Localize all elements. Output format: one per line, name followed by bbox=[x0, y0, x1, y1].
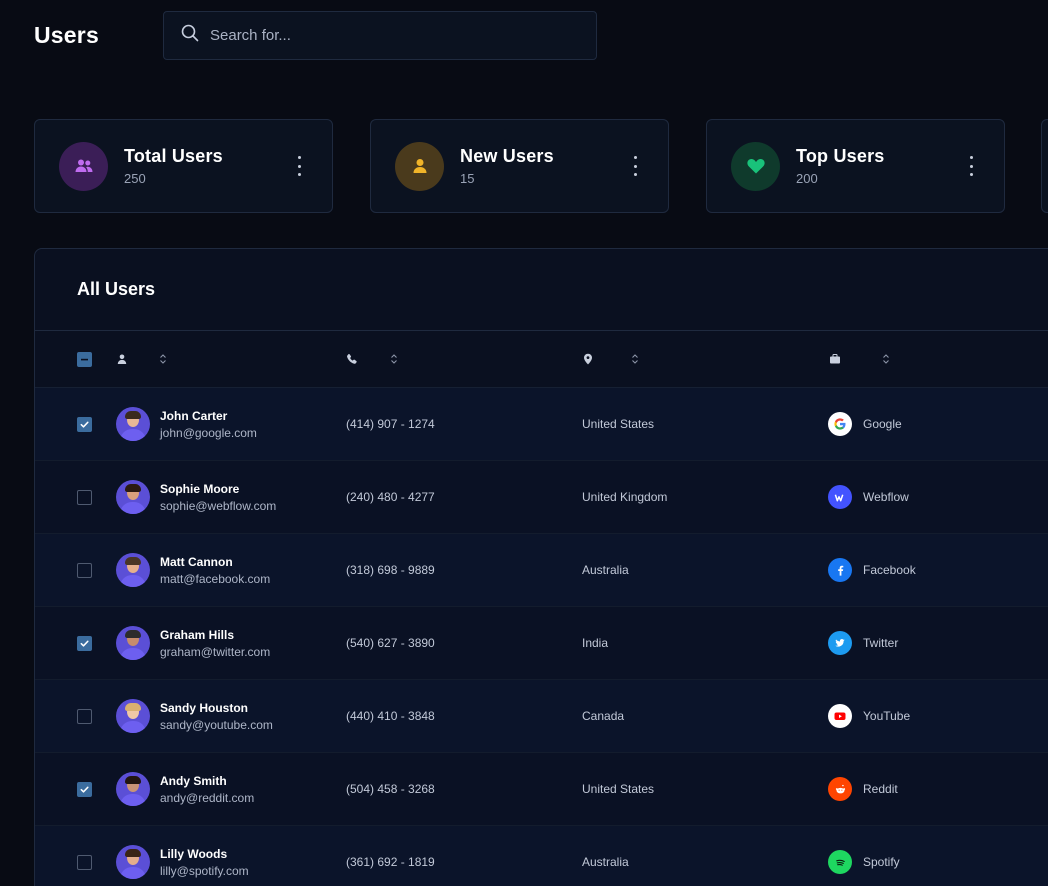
user-country: United Kingdom bbox=[582, 490, 668, 504]
table-row[interactable]: Graham Hills graham@twitter.com (540) 62… bbox=[35, 607, 1048, 680]
table-body: John Carter john@google.com (414) 907 - … bbox=[35, 388, 1048, 886]
webflow-icon bbox=[828, 485, 852, 509]
row-checkbox[interactable] bbox=[77, 781, 92, 797]
stats-cards: Total Users 250 New Users 15 Top Users 2… bbox=[34, 119, 1005, 213]
user-country: India bbox=[582, 636, 609, 650]
avatar bbox=[116, 699, 150, 733]
row-checkbox[interactable] bbox=[77, 635, 92, 651]
avatar bbox=[116, 845, 150, 879]
user-company: Google bbox=[863, 417, 902, 431]
user-email: matt@facebook.com bbox=[160, 571, 271, 586]
user-icon bbox=[116, 331, 128, 387]
more-vertical-icon[interactable] bbox=[968, 156, 974, 176]
user-company: Webflow bbox=[863, 490, 909, 504]
user-phone: (318) 698 - 9889 bbox=[346, 563, 435, 577]
table-row[interactable]: Andy Smith andy@reddit.com (504) 458 - 3… bbox=[35, 753, 1048, 826]
users-table-panel: All Users John Carter john@google.com (4… bbox=[34, 248, 1048, 886]
row-checkbox[interactable] bbox=[77, 416, 92, 432]
row-checkbox[interactable] bbox=[77, 708, 92, 724]
more-vertical-icon[interactable] bbox=[632, 156, 638, 176]
user-phone: (540) 627 - 3890 bbox=[346, 636, 435, 650]
user-phone: (361) 692 - 1819 bbox=[346, 855, 435, 869]
avatar bbox=[116, 480, 150, 514]
user-company: Spotify bbox=[863, 855, 900, 869]
row-checkbox[interactable] bbox=[77, 562, 92, 578]
user-name: Graham Hills bbox=[160, 627, 235, 642]
sort-icon[interactable] bbox=[882, 331, 890, 387]
sort-icon[interactable] bbox=[631, 331, 639, 387]
stat-card-title: Top Users bbox=[796, 146, 885, 166]
table-row[interactable]: Sandy Houston sandy@youtube.com (440) 41… bbox=[35, 680, 1048, 753]
user-country: Australia bbox=[582, 563, 629, 577]
twitter-icon bbox=[828, 631, 852, 655]
location-pin-icon bbox=[582, 331, 594, 387]
stat-card-title: New Users bbox=[460, 146, 554, 166]
user-name: Sophie Moore bbox=[160, 481, 240, 496]
user-email: sophie@webflow.com bbox=[160, 498, 277, 513]
user-email: andy@reddit.com bbox=[160, 790, 255, 805]
stat-card-value: 15 bbox=[460, 171, 475, 186]
search-input[interactable] bbox=[210, 27, 570, 44]
avatar bbox=[116, 553, 150, 587]
avatar bbox=[116, 407, 150, 441]
stat-card-title: Total Users bbox=[124, 146, 223, 166]
search-icon bbox=[180, 23, 200, 48]
stat-card-value: 250 bbox=[124, 171, 146, 186]
briefcase-icon bbox=[829, 331, 841, 387]
table-header bbox=[35, 331, 1048, 388]
avatar bbox=[116, 626, 150, 660]
phone-icon bbox=[346, 331, 358, 387]
google-icon bbox=[828, 412, 852, 436]
user-name: John Carter bbox=[160, 408, 228, 423]
sort-icon[interactable] bbox=[159, 331, 167, 387]
user-phone: (504) 458 - 3268 bbox=[346, 782, 435, 796]
table-title: All Users bbox=[35, 249, 1048, 331]
row-checkbox[interactable] bbox=[77, 489, 92, 505]
user-company: YouTube bbox=[863, 709, 911, 723]
heart-icon bbox=[731, 141, 780, 191]
select-all-checkbox[interactable] bbox=[77, 351, 92, 367]
stat-card-value: 200 bbox=[796, 171, 818, 186]
table-row[interactable]: Lilly Woods lilly@spotify.com (361) 692 … bbox=[35, 826, 1048, 886]
table-row[interactable]: Matt Cannon matt@facebook.com (318) 698 … bbox=[35, 534, 1048, 607]
user-email: graham@twitter.com bbox=[160, 644, 271, 659]
stat-card-total-users[interactable]: Total Users 250 bbox=[34, 119, 333, 213]
stat-card-top-users[interactable]: Top Users 200 bbox=[706, 119, 1005, 213]
user-name: Sandy Houston bbox=[160, 700, 249, 715]
more-vertical-icon[interactable] bbox=[296, 156, 302, 176]
user-phone: (240) 480 - 4277 bbox=[346, 490, 435, 504]
page-title: Users bbox=[34, 22, 99, 48]
user-company: Reddit bbox=[863, 782, 898, 796]
stat-card-new-users[interactable]: New Users 15 bbox=[370, 119, 669, 213]
user-company: Facebook bbox=[863, 563, 916, 577]
table-row[interactable]: John Carter john@google.com (414) 907 - … bbox=[35, 388, 1048, 461]
user-country: Australia bbox=[582, 855, 629, 869]
search-bar[interactable] bbox=[163, 11, 597, 60]
stat-card-partial bbox=[1041, 119, 1048, 213]
user-email: lilly@spotify.com bbox=[160, 863, 249, 878]
user-company: Twitter bbox=[863, 636, 899, 650]
sort-icon[interactable] bbox=[390, 331, 398, 387]
spotify-icon bbox=[828, 850, 852, 874]
avatar bbox=[116, 772, 150, 806]
user-country: Canada bbox=[582, 709, 625, 723]
reddit-icon bbox=[828, 777, 852, 801]
user-name: Lilly Woods bbox=[160, 846, 228, 861]
facebook-icon bbox=[828, 558, 852, 582]
user-country: United States bbox=[582, 782, 655, 796]
user-email: john@google.com bbox=[160, 425, 257, 440]
youtube-icon bbox=[828, 704, 852, 728]
user-phone: (440) 410 - 3848 bbox=[346, 709, 435, 723]
user-name: Matt Cannon bbox=[160, 554, 233, 569]
user-country: United States bbox=[582, 417, 655, 431]
users-icon bbox=[59, 141, 108, 191]
user-phone: (414) 907 - 1274 bbox=[346, 417, 435, 431]
user-email: sandy@youtube.com bbox=[160, 717, 273, 732]
user-icon bbox=[395, 141, 444, 191]
row-checkbox[interactable] bbox=[77, 854, 92, 870]
user-name: Andy Smith bbox=[160, 773, 227, 788]
table-row[interactable]: Sophie Moore sophie@webflow.com (240) 48… bbox=[35, 461, 1048, 534]
